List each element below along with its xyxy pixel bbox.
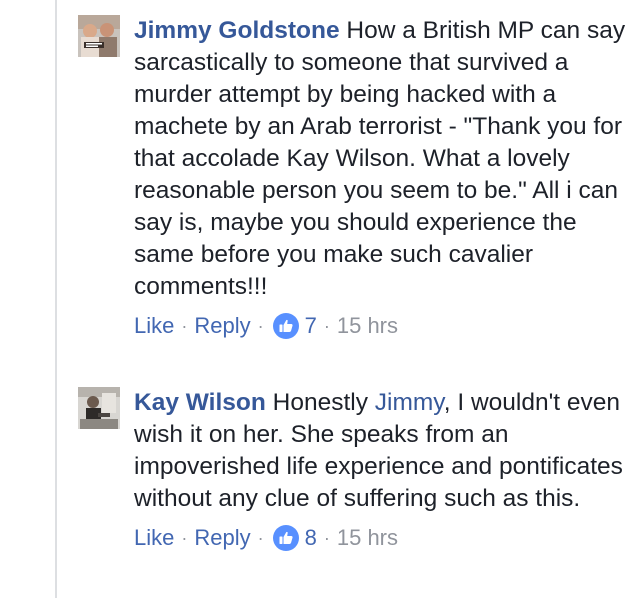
- timestamp[interactable]: 15 hrs: [337, 523, 398, 553]
- comment-actions: Like · Reply · 7 · 15 hrs: [134, 311, 630, 341]
- like-button[interactable]: Like: [134, 523, 174, 553]
- separator: ·: [181, 316, 188, 336]
- timestamp[interactable]: 15 hrs: [337, 311, 398, 341]
- reaction-count[interactable]: 7: [305, 311, 317, 341]
- avatar[interactable]: [78, 387, 120, 429]
- thumbs-up-icon[interactable]: [272, 525, 299, 551]
- separator: ·: [257, 528, 264, 548]
- separator: ·: [257, 316, 264, 336]
- thumbs-up-icon[interactable]: [272, 313, 299, 339]
- reply-button[interactable]: Reply: [194, 523, 250, 553]
- comment-author[interactable]: Jimmy Goldstone: [134, 17, 340, 44]
- thread-line: [55, 0, 57, 598]
- comment-text: How a British MP can say sarcastically t…: [134, 17, 626, 300]
- separator: ·: [323, 316, 330, 336]
- separator: ·: [181, 528, 188, 548]
- user-avatar-photo: [78, 15, 120, 57]
- comment-text-block: Kay Wilson Honestly Jimmy, I wouldn't ev…: [134, 387, 630, 515]
- comment-text-block: Jimmy Goldstone How a British MP can say…: [134, 15, 630, 303]
- comment-actions: Like · Reply · 8 · 15 hrs: [134, 523, 630, 553]
- avatar[interactable]: [78, 15, 120, 57]
- comment-kay-wilson: Kay Wilson Honestly Jimmy, I wouldn't ev…: [78, 387, 630, 587]
- comment-author[interactable]: Kay Wilson: [134, 389, 266, 416]
- comment-body: Kay Wilson Honestly Jimmy, I wouldn't ev…: [134, 387, 630, 553]
- reaction-count[interactable]: 8: [305, 523, 317, 553]
- comment-text-before: Honestly: [272, 389, 375, 416]
- reply-button[interactable]: Reply: [194, 311, 250, 341]
- user-avatar-photo: [78, 387, 120, 429]
- comment-body: Jimmy Goldstone How a British MP can say…: [134, 15, 630, 341]
- separator: ·: [323, 528, 330, 548]
- mention-link[interactable]: Jimmy: [375, 389, 444, 416]
- comment-jimmy-goldstone: Jimmy Goldstone How a British MP can say…: [78, 15, 630, 375]
- like-button[interactable]: Like: [134, 311, 174, 341]
